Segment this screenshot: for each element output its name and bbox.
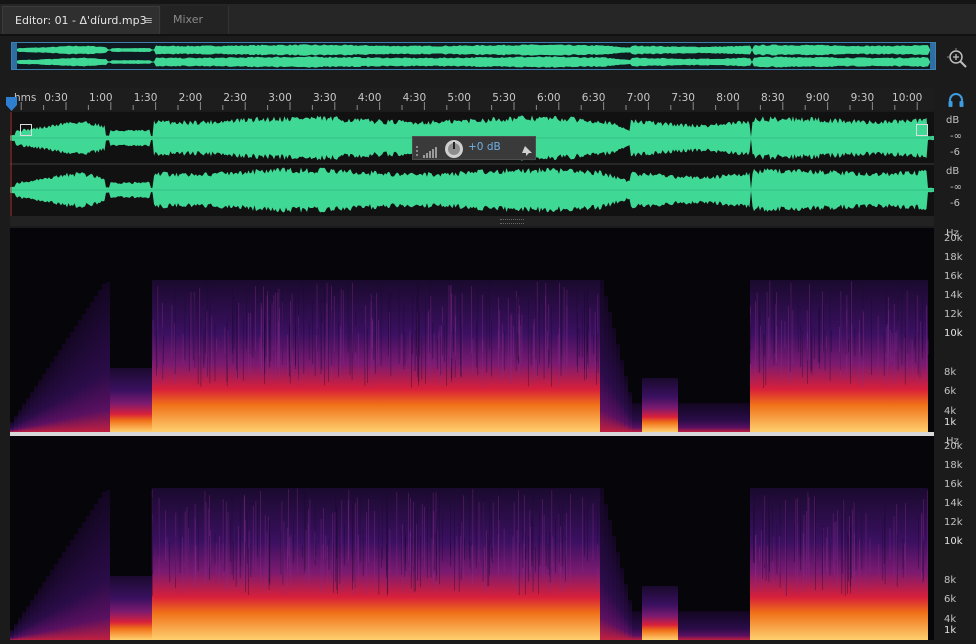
ruler-tick-label: 1:30: [133, 92, 158, 104]
freq-tick-label: 1k: [944, 625, 957, 636]
overview-waveform: [12, 44, 934, 68]
spectrogram-right-image: [10, 488, 928, 640]
freq-tick-label: 4k: [944, 614, 957, 625]
spectrogram-right[interactable]: [10, 436, 934, 640]
gain-hud[interactable]: +0 dB: [412, 136, 536, 160]
freq-tick-label: 8k: [944, 575, 957, 586]
ruler-tick-label: 1:00: [89, 92, 113, 104]
ruler-tick-label: 4:30: [402, 92, 427, 104]
ruler-tick-label: 9:00: [805, 92, 830, 104]
freq-tick-label: 10k: [944, 328, 963, 339]
frequency-scale-right: Hz 20k 18k 16k 14k 12k 10k 8k 6k 4k 1k: [934, 436, 976, 640]
playhead-marker-icon[interactable]: [6, 96, 17, 111]
ruler-tick-label: 5:00: [447, 92, 471, 104]
amp-unit-bottom: dB: [946, 166, 960, 177]
amp-inf-top: -∞: [950, 131, 962, 142]
freq-tick-label: 20k: [944, 441, 963, 452]
tab-editor[interactable]: Editor: 01 - Δ'díurd.mp3 ≡: [2, 6, 160, 34]
freq-tick-label: 16k: [944, 271, 963, 282]
ruler-tick-label: 2:30: [223, 92, 247, 104]
panel-divider[interactable]: [10, 216, 934, 226]
volume-knob-icon[interactable]: [444, 139, 464, 163]
waveform-display[interactable]: [10, 112, 934, 216]
amp-minus6-bottom: -6: [950, 198, 960, 209]
freq-tick-label: 14k: [944, 290, 963, 301]
fade-in-handle[interactable]: [20, 124, 32, 136]
ruler-tick-label: 9:30: [850, 92, 875, 104]
ruler-tick-label: 4:00: [357, 92, 382, 104]
ruler-unit-label: hms: [14, 92, 37, 104]
pin-icon[interactable]: [521, 142, 533, 161]
ruler-tick-label: 2:00: [178, 92, 203, 104]
ruler-tick-label: 8:00: [716, 92, 740, 104]
freq-tick-label: 16k: [944, 479, 963, 490]
ruler-tick-label: 6:30: [581, 92, 606, 104]
overview-right-handle[interactable]: [930, 43, 935, 69]
freq-tick-label: 20k: [944, 233, 963, 244]
tab-mixer-label: Mixer: [173, 13, 204, 26]
ruler-tick-label: 0:30: [44, 92, 68, 104]
level-meter-icon: [423, 143, 439, 162]
ruler-tick-label: 10:00: [892, 92, 923, 104]
fade-out-handle[interactable]: [916, 124, 928, 136]
overview-left-handle[interactable]: [12, 43, 17, 69]
amplitude-scale: dB -∞ -6 dB -∞ -6: [934, 112, 976, 216]
ruler-tick-label: 7:00: [626, 92, 651, 104]
ruler-tick-label: 8:30: [761, 92, 785, 104]
spectrogram-left[interactable]: [10, 228, 934, 432]
freq-tick-label: 6k: [944, 386, 957, 397]
ruler-tick-label: 7:30: [671, 92, 695, 104]
freq-tick-label: 10k: [944, 536, 963, 547]
freq-tick-label: 12k: [944, 517, 963, 528]
headphones-icon[interactable]: [946, 91, 966, 109]
divider-grip[interactable]: [500, 219, 524, 224]
freq-tick-label: 14k: [944, 498, 963, 509]
freq-tick-label: 6k: [944, 594, 957, 605]
frequency-scale-left: Hz 20k 18k 16k 14k 12k 10k 8k 6k 4k 1k: [934, 228, 976, 432]
tab-editor-label: Editor: 01 - Δ'díurd.mp3: [15, 14, 147, 27]
freq-tick-label: 18k: [944, 460, 963, 471]
hud-grip-icon[interactable]: [415, 143, 420, 162]
tab-menu-icon[interactable]: ≡: [144, 7, 153, 35]
amp-inf-bottom: -∞: [950, 182, 962, 193]
freq-tick-label: 18k: [944, 252, 963, 263]
ruler-tick-label: 5:30: [492, 92, 516, 104]
spectrogram-left-image: [10, 280, 929, 432]
ruler-tick-label: 3:00: [268, 92, 292, 104]
zoom-magnifier-icon[interactable]: [945, 46, 969, 70]
freq-tick-label: 4k: [944, 406, 957, 417]
stereo-waveform: [10, 112, 934, 216]
ruler-tick-label: 6:00: [537, 92, 561, 104]
freq-tick-label: 8k: [944, 367, 957, 378]
freq-tick-label: 12k: [944, 309, 963, 320]
freq-tick-label: 1k: [944, 417, 957, 428]
tab-mixer[interactable]: Mixer: [161, 6, 229, 34]
gain-value[interactable]: +0 dB: [468, 141, 501, 153]
amp-unit-top: dB: [946, 115, 960, 126]
overview-navigator[interactable]: [11, 42, 936, 70]
amp-minus6-top: -6: [950, 147, 960, 158]
ruler-tick-label: 3:30: [313, 92, 337, 104]
